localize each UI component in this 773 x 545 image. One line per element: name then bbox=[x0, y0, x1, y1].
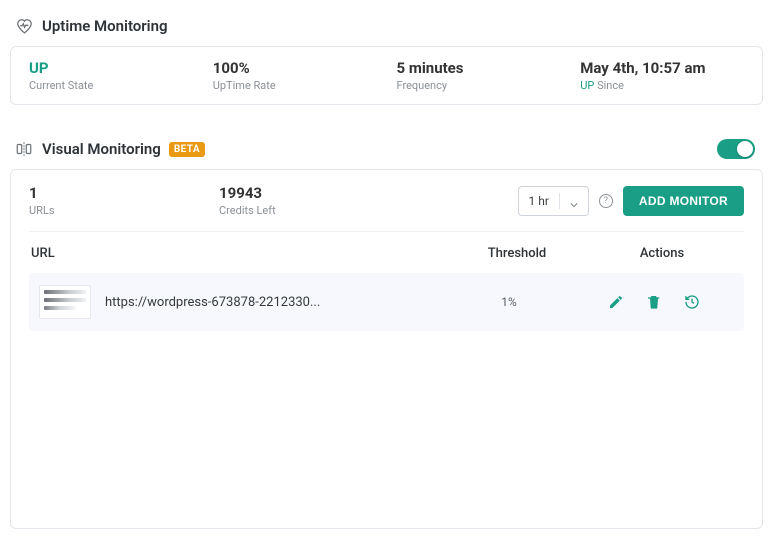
frequency-selected: 1 hr bbox=[529, 194, 549, 208]
visual-credits-stat: 19943 Credits Left bbox=[219, 184, 409, 217]
uptime-frequency-value: 5 minutes bbox=[397, 59, 561, 77]
col-url: URL bbox=[31, 246, 452, 261]
mirror-icon bbox=[14, 139, 34, 159]
monitor-actions bbox=[574, 294, 734, 310]
uptime-since-value: May 4th, 10:57 am bbox=[580, 59, 744, 77]
visual-top-stats: 1 URLs 19943 Credits Left 1 hr ? ADD MON… bbox=[29, 184, 744, 232]
uptime-frequency: 5 minutes Frequency bbox=[397, 59, 561, 92]
history-icon[interactable] bbox=[684, 294, 700, 310]
uptime-since-label: UP Since bbox=[580, 79, 744, 92]
heartbeat-icon bbox=[14, 16, 34, 36]
frequency-dropdown[interactable]: 1 hr bbox=[518, 186, 589, 216]
uptime-state-value: UP bbox=[29, 59, 193, 77]
help-icon[interactable]: ? bbox=[599, 194, 613, 208]
col-actions: Actions bbox=[582, 246, 742, 261]
visual-urls-label: URLs bbox=[29, 204, 219, 217]
edit-icon[interactable] bbox=[608, 294, 624, 310]
monitor-row: https://wordpress-673878-2212330... 1% bbox=[29, 273, 744, 331]
monitor-table-head: URL Threshold Actions bbox=[29, 232, 744, 273]
visual-right-controls: 1 hr ? ADD MONITOR bbox=[518, 186, 744, 216]
uptime-since-prefix: UP bbox=[580, 79, 594, 92]
uptime-rate-value: 100% bbox=[213, 59, 377, 77]
visual-section-header: Visual Monitoring BETA bbox=[10, 139, 763, 159]
uptime-rate: 100% UpTime Rate bbox=[213, 59, 377, 92]
uptime-state-label: Current State bbox=[29, 79, 193, 92]
uptime-section-header: Uptime Monitoring bbox=[10, 16, 763, 36]
chevron-down-icon bbox=[570, 197, 578, 205]
visual-title: Visual Monitoring bbox=[42, 140, 161, 158]
visual-urls-stat: 1 URLs bbox=[29, 184, 219, 217]
visual-urls-value: 1 bbox=[29, 184, 219, 202]
visual-credits-label: Credits Left bbox=[219, 204, 409, 217]
uptime-state: UP Current State bbox=[29, 59, 193, 92]
col-threshold: Threshold bbox=[452, 246, 582, 261]
visual-credits-value: 19943 bbox=[219, 184, 409, 202]
monitor-threshold: 1% bbox=[444, 295, 574, 309]
visual-toggle[interactable] bbox=[717, 139, 755, 159]
uptime-since-text: Since bbox=[597, 79, 624, 92]
add-monitor-button[interactable]: ADD MONITOR bbox=[623, 186, 744, 216]
visual-panel: 1 URLs 19943 Credits Left 1 hr ? ADD MON… bbox=[10, 169, 763, 529]
beta-badge: BETA bbox=[169, 142, 205, 157]
uptime-frequency-label: Frequency bbox=[397, 79, 561, 92]
divider bbox=[559, 193, 560, 209]
trash-icon[interactable] bbox=[646, 294, 662, 310]
uptime-panel: UP Current State 100% UpTime Rate 5 minu… bbox=[10, 46, 763, 105]
uptime-title: Uptime Monitoring bbox=[42, 17, 168, 35]
uptime-since: May 4th, 10:57 am UP Since bbox=[580, 59, 744, 92]
uptime-rate-label: UpTime Rate bbox=[213, 79, 377, 92]
toggle-knob bbox=[737, 141, 753, 157]
site-thumbnail bbox=[39, 285, 91, 319]
monitor-url: https://wordpress-673878-2212330... bbox=[105, 295, 320, 310]
